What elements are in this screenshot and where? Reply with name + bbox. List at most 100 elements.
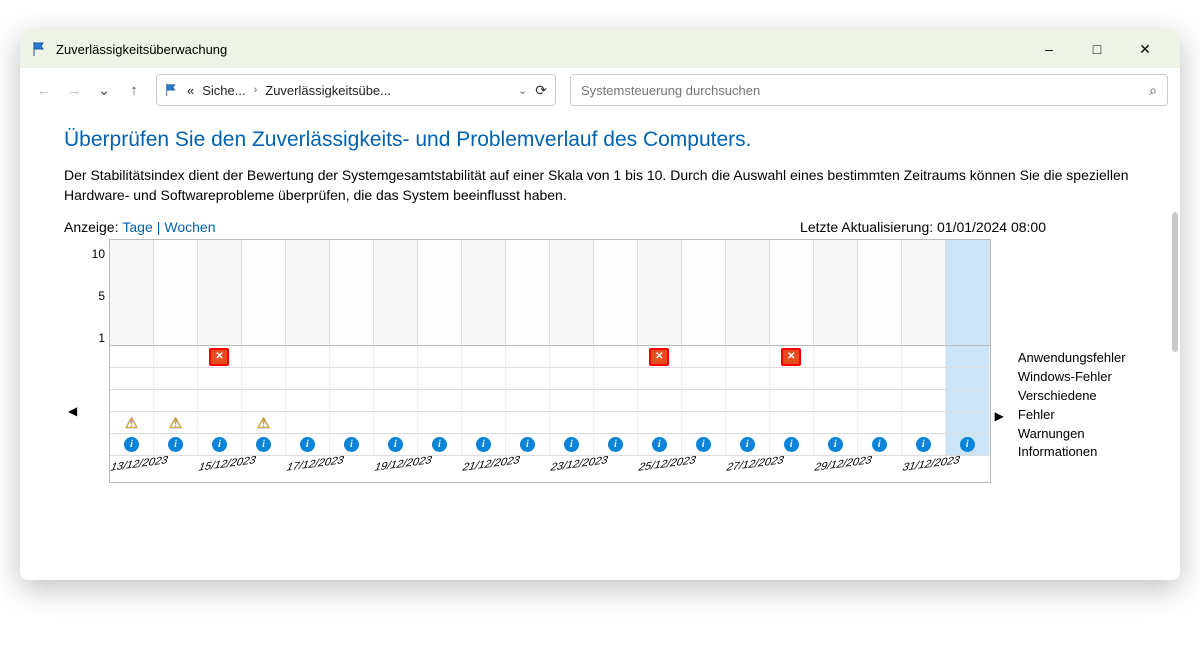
close-button[interactable]: ✕ [1130,41,1160,58]
row-windows-errors [110,368,990,390]
info-icon: i [388,437,403,452]
info-icon: i [960,437,975,452]
window-title: Zuverlässigkeitsüberwachung [56,42,227,57]
search-bar[interactable]: ⌕ [570,74,1168,106]
chart-column[interactable] [770,240,814,345]
info-icon: i [784,437,799,452]
scroll-right-button[interactable]: ▶ [991,409,1008,423]
row-info: iiiiiiiiiiiiiiiiiiii [110,434,990,456]
x-tick: 29/12/2023 [810,456,874,482]
row-warnings: ⚠ ⚠ ⚠ [110,412,990,434]
info-icon: i [344,437,359,452]
legend: Anwendungsfehler Windows-Fehler Verschie… [1018,349,1136,462]
legend-windows-errors: Windows-Fehler [1018,368,1136,387]
x-tick: 27/12/2023 [722,456,786,482]
x-tick: 21/12/2023 [458,456,522,482]
info-icon: i [916,437,931,452]
info-icon: i [652,437,667,452]
x-axis: 13/12/202315/12/202317/12/202319/12/2023… [110,456,990,482]
page-heading: Überprüfen Sie den Zuverlässigkeits- und… [64,128,1136,152]
view-sep: | [157,219,161,235]
info-icon: i [696,437,711,452]
y-tick-5: 5 [81,289,105,303]
info-icon: i [476,437,491,452]
maximize-button[interactable]: □ [1082,41,1112,58]
info-icon: i [608,437,623,452]
error-icon: ✕ [781,348,801,366]
legend-app-errors: Anwendungsfehler [1018,349,1136,368]
chevron-right-icon: › [254,84,258,96]
flag-icon [32,41,48,57]
chart-column[interactable] [946,240,990,345]
chart-column[interactable] [550,240,594,345]
up-button[interactable]: ↑ [122,82,146,99]
info-icon: i [124,437,139,452]
chart-column[interactable] [858,240,902,345]
chart-column[interactable] [594,240,638,345]
info-icon: i [168,437,183,452]
minimize-button[interactable]: ‒ [1034,41,1064,58]
chart-column[interactable] [814,240,858,345]
info-icon: i [432,437,447,452]
back-button[interactable]: ← [32,82,56,99]
info-icon: i [520,437,535,452]
page-description: Der Stabilitätsindex dient der Bewertung… [64,166,1136,205]
chart-column[interactable] [154,240,198,345]
error-icon: ✕ [649,348,669,366]
chart-column[interactable] [374,240,418,345]
breadcrumb-seg1[interactable]: Siche... [202,83,245,98]
chart-column[interactable] [682,240,726,345]
row-app-errors: ✕ ✕ ✕ [110,346,990,368]
search-icon[interactable]: ⌕ [1149,82,1157,99]
warning-icon: ⚠ [257,414,270,432]
error-icon: ✕ [209,348,229,366]
x-tick [953,456,994,482]
view-weeks-link[interactable]: Wochen [164,219,215,235]
last-updated: Letzte Aktualisierung: 01/01/2024 08:00 [800,219,1046,235]
view-days-link[interactable]: Tage [122,219,152,235]
breadcrumb-seg2[interactable]: Zuverlässigkeitsübe... [265,83,391,98]
chart-column[interactable] [330,240,374,345]
row-misc-errors [110,390,990,412]
legend-info: Informationen [1018,443,1136,462]
chart-column[interactable] [418,240,462,345]
x-tick: 25/12/2023 [634,456,698,482]
toolbar: ← → ⌄ ↑ « Siche... › Zuverlässigkeitsübe… [20,68,1180,112]
warning-icon: ⚠ [125,414,138,432]
search-input[interactable] [581,83,1149,98]
chart-column[interactable] [506,240,550,345]
legend-misc-errors: Verschiedene Fehler [1018,387,1136,425]
flag-icon [165,83,179,97]
chart-column[interactable] [462,240,506,345]
info-icon: i [300,437,315,452]
breadcrumb-back: « [187,83,194,98]
chevron-down-icon[interactable]: ⌄ [518,84,527,97]
info-icon: i [256,437,271,452]
titlebar: Zuverlässigkeitsüberwachung ‒ □ ✕ [20,30,1180,68]
chart-column[interactable] [902,240,946,345]
chart-column[interactable] [198,240,242,345]
chart-column[interactable] [242,240,286,345]
refresh-button[interactable]: ⟳ [535,82,547,99]
chart-column[interactable] [286,240,330,345]
info-icon: i [740,437,755,452]
chart-column[interactable] [638,240,682,345]
x-tick: 13/12/2023 [106,456,170,482]
warning-icon: ⚠ [169,414,182,432]
info-icon: i [564,437,579,452]
chart-column[interactable] [110,240,154,345]
recent-dropdown[interactable]: ⌄ [92,81,116,99]
reliability-chart[interactable]: ✕✕✕ ⚠⚠⚠ iiiiiiiiiiiiiiiiiiii 13/12/20231… [109,239,991,483]
scroll-left-button[interactable]: ◀ [64,404,81,418]
forward-button[interactable]: → [62,82,86,99]
view-label: Anzeige: [64,219,118,235]
x-tick: 15/12/2023 [194,456,258,482]
info-icon: i [872,437,887,452]
x-tick: 17/12/2023 [282,456,346,482]
address-bar[interactable]: « Siche... › Zuverlässigkeitsübe... ⌄ ⟳ [156,74,556,106]
chart-column[interactable] [726,240,770,345]
y-axis: 10 5 1 [81,247,109,345]
scrollbar[interactable] [1172,212,1178,352]
x-tick: 31/12/2023 [898,456,962,482]
x-tick: 19/12/2023 [370,456,434,482]
